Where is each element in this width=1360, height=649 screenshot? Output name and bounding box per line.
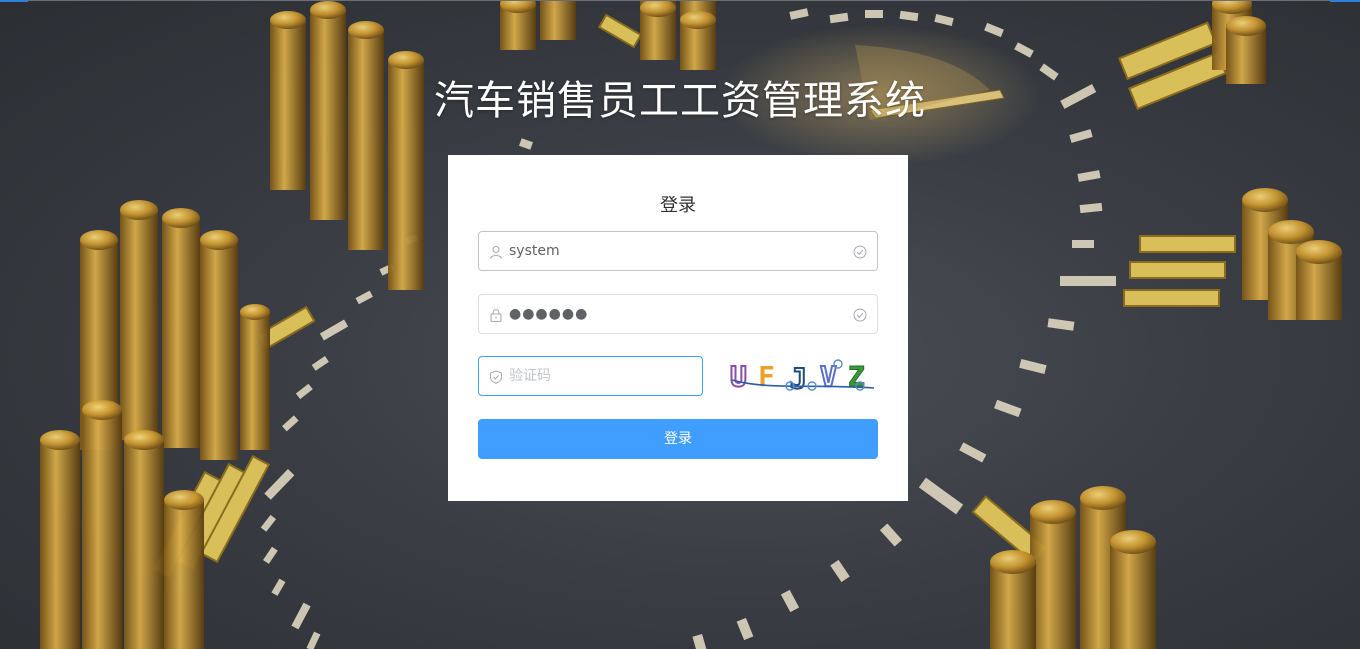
circle-check-icon <box>853 244 867 259</box>
password-value: ●●●●●● <box>509 306 589 322</box>
lock-icon <box>489 307 503 323</box>
captcha-placeholder: 验证码 <box>509 368 551 384</box>
user-icon <box>489 244 503 259</box>
username-value: system <box>509 243 560 259</box>
svg-text:F: F <box>758 360 775 393</box>
circle-check-icon <box>853 307 867 322</box>
shield-icon <box>489 369 503 384</box>
login-button[interactable]: 登录 <box>478 419 878 459</box>
username-input[interactable]: system <box>478 231 878 271</box>
password-input[interactable]: ●●●●●● <box>478 294 878 334</box>
top-progress-strip <box>0 0 1360 2</box>
captcha-image[interactable]: U F J V Z <box>728 356 878 396</box>
svg-text:U: U <box>730 360 747 393</box>
captcha-input[interactable]: 验证码 <box>478 356 703 396</box>
login-panel: 登录 system ●●●●●● 验证码 U F J V Z 登录 <box>448 155 908 501</box>
login-heading: 登录 <box>660 195 696 216</box>
page-title: 汽车销售员工工资管理系统 <box>434 78 926 124</box>
svg-text:J: J <box>790 362 807 395</box>
